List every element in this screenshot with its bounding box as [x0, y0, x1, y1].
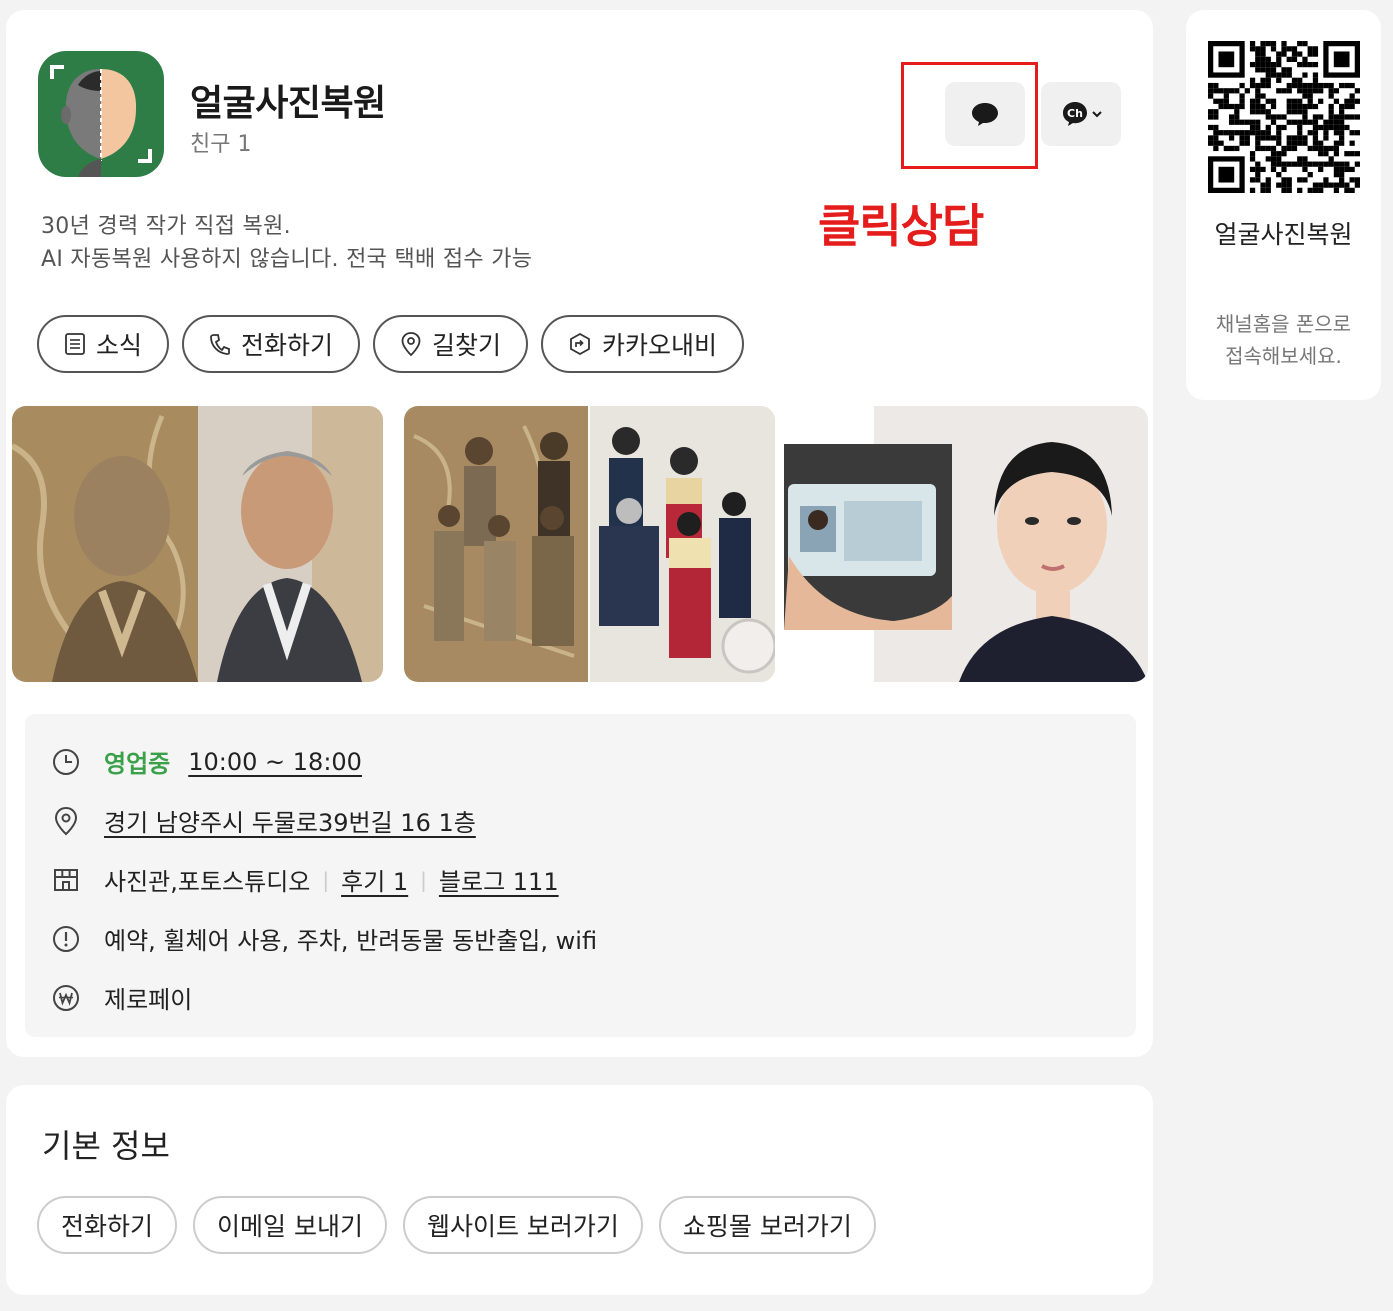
hours-row: 영업중 10:00 ~ 18:00: [51, 744, 362, 779]
qr-channel-name: 얼굴사진복원: [1186, 218, 1381, 252]
info-call-button[interactable]: 전화하기: [37, 1196, 178, 1254]
payment-row: 제로페이: [51, 980, 192, 1015]
friend-count: 친구 1: [190, 132, 252, 157]
address-row: 경기 남양주시 두물로39번길 16 1층: [51, 803, 476, 838]
basic-info-card: 기본 정보 전화하기 이메일 보내기 웹사이트 보러가기 쇼핑몰 보러가기: [6, 1085, 1153, 1295]
reviews-link[interactable]: 후기 1: [341, 862, 408, 897]
svg-text:Ch: Ch: [1067, 107, 1083, 120]
action-buttons: 소식 전화하기 길찾기 카카오내비: [37, 315, 745, 373]
phone-icon: [210, 334, 230, 355]
gallery-photo-id-photo[interactable]: [784, 406, 1148, 682]
directions-button-label: 길찾기: [432, 331, 502, 360]
photo-image: [12, 406, 383, 682]
divider: |: [420, 867, 427, 892]
clock-icon: [51, 747, 81, 777]
qr-card: 얼굴사진복원 채널홈을 폰으로 접속해보세요.: [1186, 10, 1381, 400]
kakao-navi-button-label: 카카오내비: [602, 331, 718, 360]
visit-shop-button[interactable]: 쇼핑몰 보러가기: [658, 1196, 876, 1254]
qr-code-image: [1208, 41, 1360, 193]
amenities-text: 예약, 휠체어 사용, 주차, 반려동물 동반출입, wifi: [104, 927, 598, 955]
qr-subtitle-line: 채널홈을 폰으로: [1215, 312, 1352, 336]
kakao-navi-button[interactable]: 카카오내비: [541, 315, 745, 373]
photo-image: [404, 406, 775, 682]
location-pin-icon: [401, 332, 421, 357]
gallery-photo-family-restoration[interactable]: [404, 406, 775, 682]
directions-button[interactable]: 길찾기: [373, 315, 529, 373]
location-pin-icon: [51, 806, 81, 836]
call-button[interactable]: 전화하기: [182, 315, 361, 373]
photo-gallery: [12, 406, 1148, 682]
store-icon: [51, 865, 81, 895]
visit-shop-label: 쇼핑몰 보러가기: [682, 1212, 852, 1241]
description-line: AI 자동복원 사용하지 않습니다. 전국 택배 접수 가능: [41, 247, 533, 272]
photo-image: [784, 406, 1148, 682]
send-email-button[interactable]: 이메일 보내기: [193, 1196, 387, 1254]
channel-add-button[interactable]: Ch: [1041, 82, 1121, 146]
blog-link[interactable]: 블로그 111: [439, 862, 559, 897]
info-call-label: 전화하기: [61, 1212, 154, 1241]
profile-card: 얼굴사진복원 친구 1 Ch 클릭상담 30년 경력 작가 직접 복원. AI …: [6, 10, 1153, 1057]
call-button-label: 전화하기: [241, 331, 334, 360]
address-link[interactable]: 경기 남양주시 두물로39번길 16 1층: [104, 803, 476, 838]
chevron-down-icon: [1091, 111, 1102, 118]
channel-description: 30년 경력 작가 직접 복원. AI 자동복원 사용하지 않습니다. 전국 택…: [41, 210, 532, 276]
business-hours-link[interactable]: 10:00 ~ 18:00: [188, 748, 362, 776]
visit-website-button[interactable]: 웹사이트 보러가기: [402, 1196, 643, 1254]
qr-subtitle: 채널홈을 폰으로 접속해보세요.: [1186, 308, 1381, 372]
open-status: 영업중: [104, 750, 171, 778]
qr-channel-name-text: 얼굴사진복원: [1214, 220, 1353, 249]
document-icon: [65, 333, 85, 355]
channel-logo: [38, 51, 164, 177]
gallery-photo-elderly-restoration[interactable]: [12, 406, 383, 682]
basic-info-actions: 전화하기 이메일 보내기 웹사이트 보러가기 쇼핑몰 보러가기: [37, 1196, 876, 1254]
news-button-label: 소식: [96, 331, 143, 360]
divider: |: [322, 867, 330, 892]
news-button[interactable]: 소식: [37, 315, 170, 373]
basic-info-title: 기본 정보: [42, 1127, 170, 1165]
highlight-box: [901, 62, 1038, 169]
navi-icon: [570, 332, 590, 356]
description-line: 30년 경력 작가 직접 복원.: [41, 214, 291, 239]
visit-website-label: 웹사이트 보러가기: [426, 1212, 619, 1241]
payment-text: 제로페이: [104, 986, 193, 1014]
click-consult-annotation: 클릭상담: [818, 199, 984, 253]
amenities-row: 예약, 휠체어 사용, 주차, 반려동물 동반출입, wifi: [51, 921, 597, 956]
channel-name: 얼굴사진복원: [190, 83, 386, 124]
category-row: 사진관,포토스튜디오 | 후기 1 | 블로그 111: [51, 862, 559, 897]
info-exclamation-icon: [51, 924, 81, 954]
business-details: 영업중 10:00 ~ 18:00 경기 남양주시 두물로39번길 16 1층 …: [25, 714, 1136, 1037]
channel-icon: Ch: [1062, 102, 1087, 126]
won-currency-icon: [51, 983, 81, 1013]
qr-subtitle-line: 접속해보세요.: [1225, 344, 1342, 368]
send-email-label: 이메일 보내기: [217, 1212, 363, 1241]
category-text: 사진관,포토스튜디오: [104, 868, 311, 896]
